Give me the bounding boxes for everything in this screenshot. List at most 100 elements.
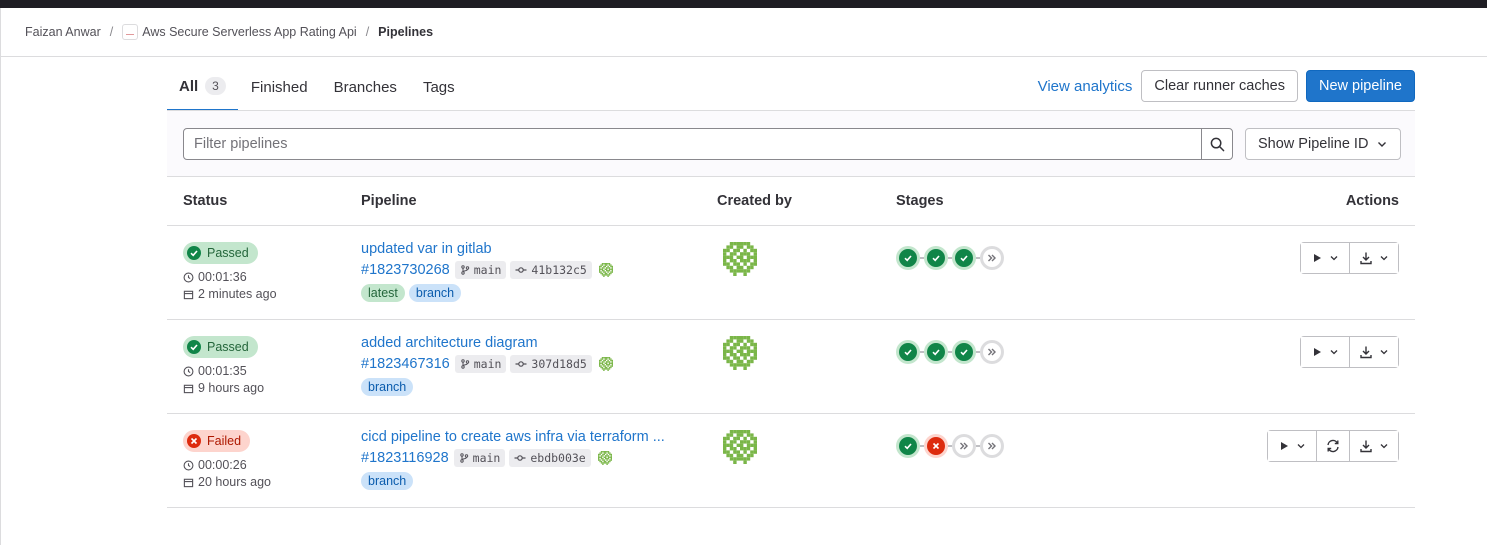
top-bar [0,0,1487,8]
view-analytics-link[interactable]: View analytics [1038,78,1133,95]
new-pipeline-button[interactable]: New pipeline [1305,70,1415,102]
branch-icon [461,265,469,275]
stage-success[interactable] [952,340,976,364]
stage-skipped[interactable] [952,434,976,458]
play-icon [1314,254,1321,262]
breadcrumb-separator: / [365,25,370,39]
clock-icon [183,272,194,282]
status-badge[interactable]: Failed [183,430,251,452]
commit-icon [515,361,527,367]
run-manual-dropdown[interactable] [1301,337,1349,367]
stage-success[interactable] [896,246,920,270]
duration: 00:01:35 [183,364,247,378]
breadcrumb-current[interactable]: Pipelines [378,25,433,39]
branch-name: main [473,263,502,277]
commit-title-link[interactable]: cicd pipeline to create aws infra via te… [361,429,665,445]
retry-button[interactable] [1317,431,1349,461]
pipeline-meta: #1823730268 main 41b132c5 [361,261,613,279]
commit-author-avatar[interactable] [598,357,613,371]
artifacts-group [1350,336,1399,368]
filter-pipelines-input[interactable]: Filter pipelines [183,128,1203,160]
tab-all-label: All [179,77,199,95]
stage-status [899,249,917,267]
stage-success[interactable] [896,340,920,364]
artifacts-group [1350,430,1399,462]
tab-all[interactable]: All 3 [167,63,238,111]
status-badge[interactable]: Passed [183,242,258,264]
search-button[interactable] [1201,128,1233,160]
run-manual-dropdown[interactable] [1301,243,1349,273]
status-badge[interactable]: Passed [183,336,258,358]
clear-runner-caches-button[interactable]: Clear runner caches [1141,70,1298,102]
check-icon [960,349,968,356]
tab-all-count: 3 [205,77,226,95]
duration: 00:01:36 [183,270,247,284]
branch-ref[interactable]: main [454,261,507,279]
status-label: Passed [207,340,249,354]
pipeline-id-link[interactable]: #1823730268 [361,262,450,278]
avatar-icon [598,357,613,371]
pipeline-id-link[interactable]: #1823467316 [361,356,450,372]
project-avatar-icon [122,24,139,40]
search-icon [1210,137,1224,151]
stage-success[interactable] [924,340,948,364]
stage-success[interactable] [952,246,976,270]
col-stages: Stages [896,193,944,209]
commit-author-avatar[interactable] [598,263,613,277]
stage-failed[interactable] [924,434,948,458]
avatar-icon [597,451,612,465]
artifacts-dropdown[interactable] [1350,243,1398,273]
commit-title-link[interactable]: added architecture diagram [361,335,538,351]
pipeline-meta: #1823116928 main ebdb003e [361,449,612,467]
breadcrumb-project[interactable]: Aws Secure Serverless App Rating Api [122,24,357,40]
filter-bar: Filter pipelines Show Pipeline ID [167,111,1415,177]
stage-status [983,437,1001,455]
branch-ref[interactable]: main [454,355,507,373]
branch-ref[interactable]: main [453,449,506,467]
show-pipeline-id-dropdown[interactable]: Show Pipeline ID [1245,128,1402,160]
pipeline-tags: branch [361,378,417,396]
creator-avatar[interactable] [723,430,757,464]
col-created-by: Created by [717,193,792,209]
stage-skipped[interactable] [980,340,1004,364]
creator-avatar[interactable] [723,242,757,276]
commit-sha[interactable]: 307d18d5 [510,355,592,373]
col-status: Status [183,193,228,209]
commit-sha[interactable]: ebdb003e [509,449,591,467]
commit-title-link[interactable]: updated var in gitlab [361,241,492,257]
artifacts-dropdown[interactable] [1350,431,1398,461]
play-icon [1281,442,1288,450]
retry-icon [1327,439,1339,453]
calendar-icon [183,384,194,393]
table-row: Passed 00:01:35 9 hours ago added archit… [167,320,1415,414]
tag-branch: branch [408,284,462,302]
status-label: Failed [207,434,242,448]
breadcrumb-user[interactable]: Faizan Anwar [25,25,101,39]
stage-status [927,437,945,455]
table-row: Failed 00:00:26 20 hours ago cicd pipeli… [167,414,1415,508]
status-failed-icon [187,434,201,448]
check-icon [190,344,198,351]
check-icon [904,443,912,450]
stage-skipped[interactable] [980,434,1004,458]
stage-success[interactable] [924,246,948,270]
show-pipeline-id-label: Show Pipeline ID [1258,136,1369,152]
pipeline-id-link[interactable]: #1823116928 [361,450,449,466]
tab-finished[interactable]: Finished [238,63,321,111]
stage-skipped[interactable] [980,246,1004,270]
tab-branches[interactable]: Branches [321,63,410,111]
tag-latest: latest [361,284,405,302]
creator-avatar[interactable] [723,336,757,370]
stage-success[interactable] [896,434,920,458]
tab-tags[interactable]: Tags [410,63,468,111]
check-icon [932,255,940,262]
duration: 00:00:26 [183,458,247,472]
chevron-down-icon [1380,256,1388,261]
run-manual-dropdown[interactable] [1268,431,1316,461]
table-row: Passed 00:01:36 2 minutes ago updated va… [167,226,1415,320]
download-icon [1360,346,1372,359]
artifacts-dropdown[interactable] [1350,337,1398,367]
commit-author-avatar[interactable] [597,451,612,465]
chevron-down-icon [1380,444,1388,449]
commit-sha[interactable]: 41b132c5 [510,261,592,279]
